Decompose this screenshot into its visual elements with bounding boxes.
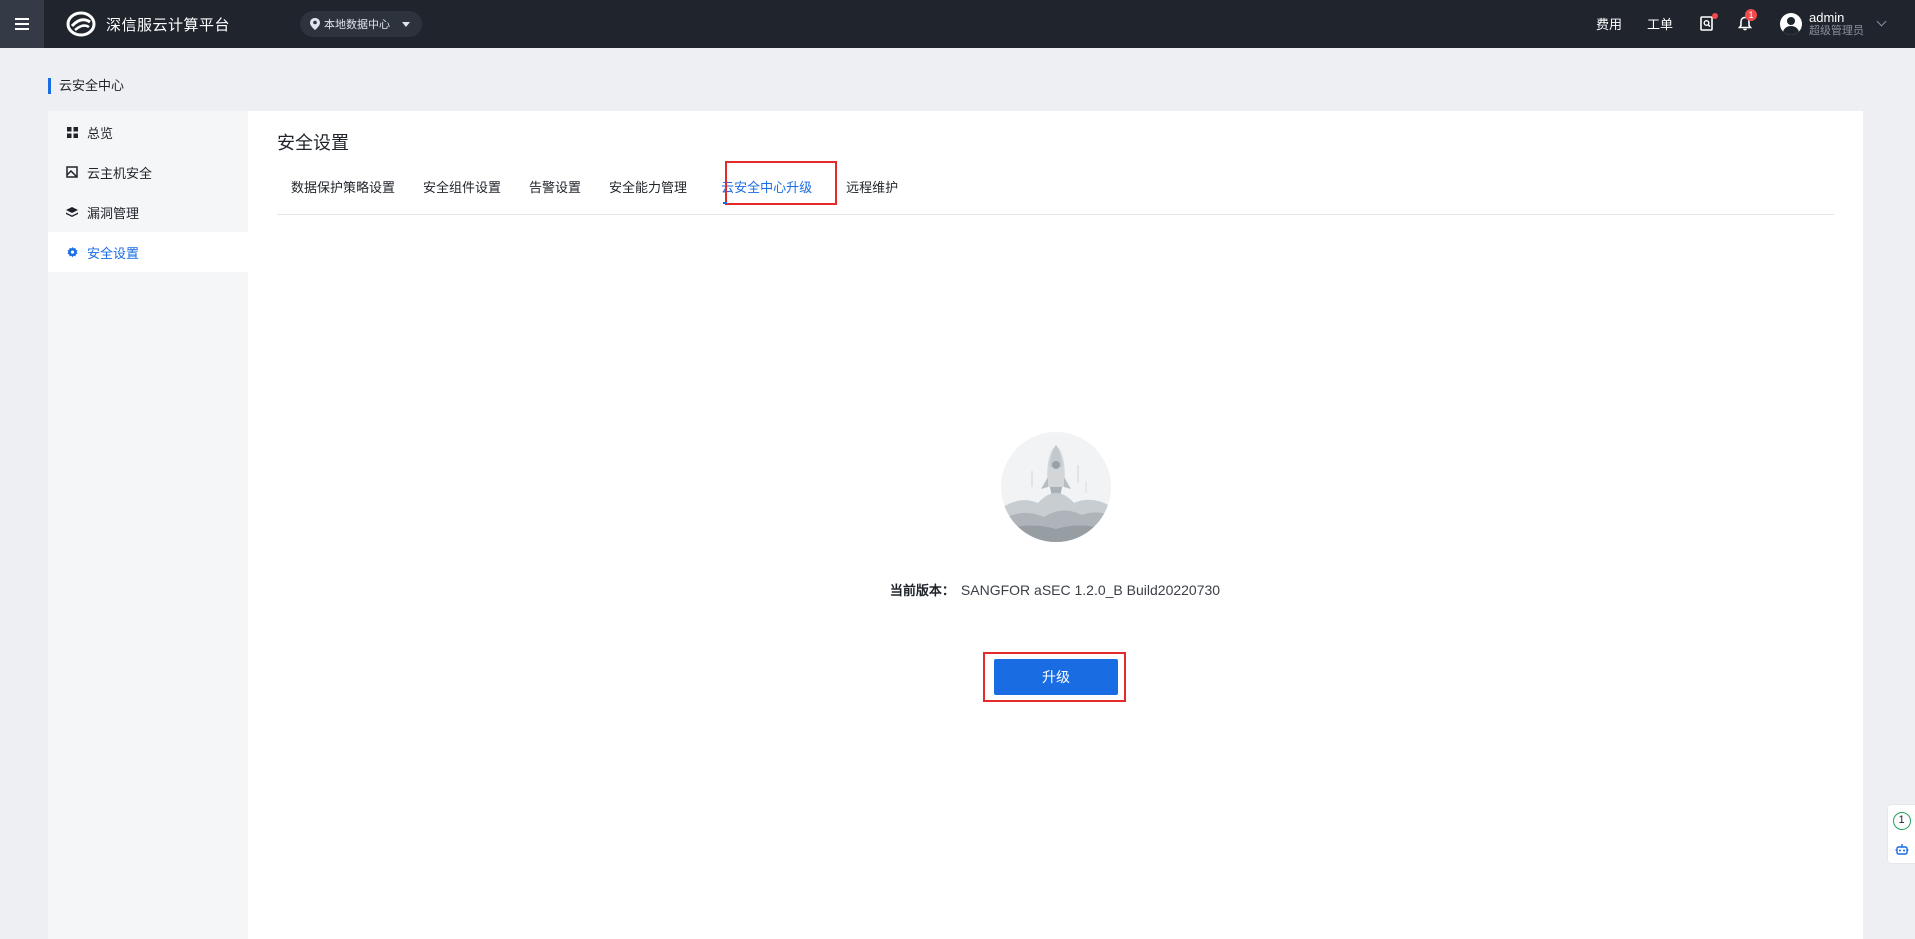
sidebar: 总览 云主机安全 漏洞管理 安全设置 [48,111,248,939]
document-search-icon [1700,16,1713,32]
tab-upgrade[interactable]: 云安全中心升级 [707,161,826,215]
tab-data-protection[interactable]: 数据保护策略设置 [277,161,409,215]
top-right-actions: 费用 工单 1 admin 超级管理员 [1596,8,1915,38]
robot-assistant-icon[interactable] [1895,843,1909,856]
caret-down-icon [402,21,411,27]
brand-logo-icon [66,11,96,37]
ticket-link[interactable]: 工单 [1647,14,1673,33]
tab-bar: 数据保护策略设置 安全组件设置 告警设置 安全能力管理 云安全中心升级 远程维护 [277,161,1834,215]
rocket-illustration-icon [1001,432,1111,542]
sidebar-item-security-settings[interactable]: 安全设置 [48,232,248,272]
version-value: SANGFOR aSEC 1.2.0_B Build20220730 [960,582,1221,598]
notification-badge: 1 [1745,8,1757,21]
host-icon [66,166,78,178]
user-name: admin [1809,9,1845,25]
datacenter-label: 本地数据中心 [324,19,391,31]
tab-alarm-settings[interactable]: 告警设置 [515,161,595,215]
chevron-down-icon [1876,17,1887,27]
menu-icon [15,23,29,25]
datacenter-select[interactable]: 本地数据中心 [300,11,423,37]
task-dot [1712,12,1718,19]
breadcrumb: 云安全中心 [48,78,124,94]
page-title: 安全设置 [277,133,349,153]
current-version: 当前版本： SANGFOR aSEC 1.2.0_B Build20220730 [0,580,1915,599]
tab-remote-maintenance[interactable]: 远程维护 [832,161,912,215]
sidebar-item-label: 总览 [87,125,114,141]
sidebar-item-label: 云主机安全 [87,165,153,181]
sidebar-item-overview[interactable]: 总览 [48,112,248,152]
sidebar-item-host-security[interactable]: 云主机安全 [48,152,248,192]
user-role: 超级管理员 [1809,25,1864,38]
gear-icon [66,246,78,258]
float-count-badge[interactable]: 1 [1892,811,1911,830]
brand[interactable]: 深信服云计算平台 [66,11,230,37]
task-button[interactable] [1698,12,1718,33]
hamburger-menu-button[interactable] [0,0,44,48]
version-label: 当前版本： [889,583,955,598]
sidebar-item-label: 漏洞管理 [87,205,140,221]
upgrade-button[interactable]: 升级 [994,659,1118,695]
location-pin-icon [310,18,321,30]
sidebar-item-label: 安全设置 [87,245,140,261]
tab-active-indicator [723,202,727,204]
tab-security-components[interactable]: 安全组件设置 [409,161,515,215]
user-menu[interactable]: admin 超级管理员 [1780,9,1887,38]
notification-button[interactable]: 1 [1736,8,1757,33]
app-title: 深信服云计算平台 [106,16,231,34]
billing-link[interactable]: 费用 [1596,14,1622,33]
floating-toolbar: 1 [1887,804,1915,864]
layers-icon [66,206,78,218]
sidebar-item-vulnerability[interactable]: 漏洞管理 [48,192,248,232]
grid-icon [66,126,78,138]
top-bar: 深信服云计算平台 本地数据中心 费用 工单 1 admin 超级管理员 [0,0,1915,48]
user-info: admin 超级管理员 [1809,9,1864,38]
avatar-icon [1780,12,1802,35]
tab-capability-management[interactable]: 安全能力管理 [595,161,701,215]
